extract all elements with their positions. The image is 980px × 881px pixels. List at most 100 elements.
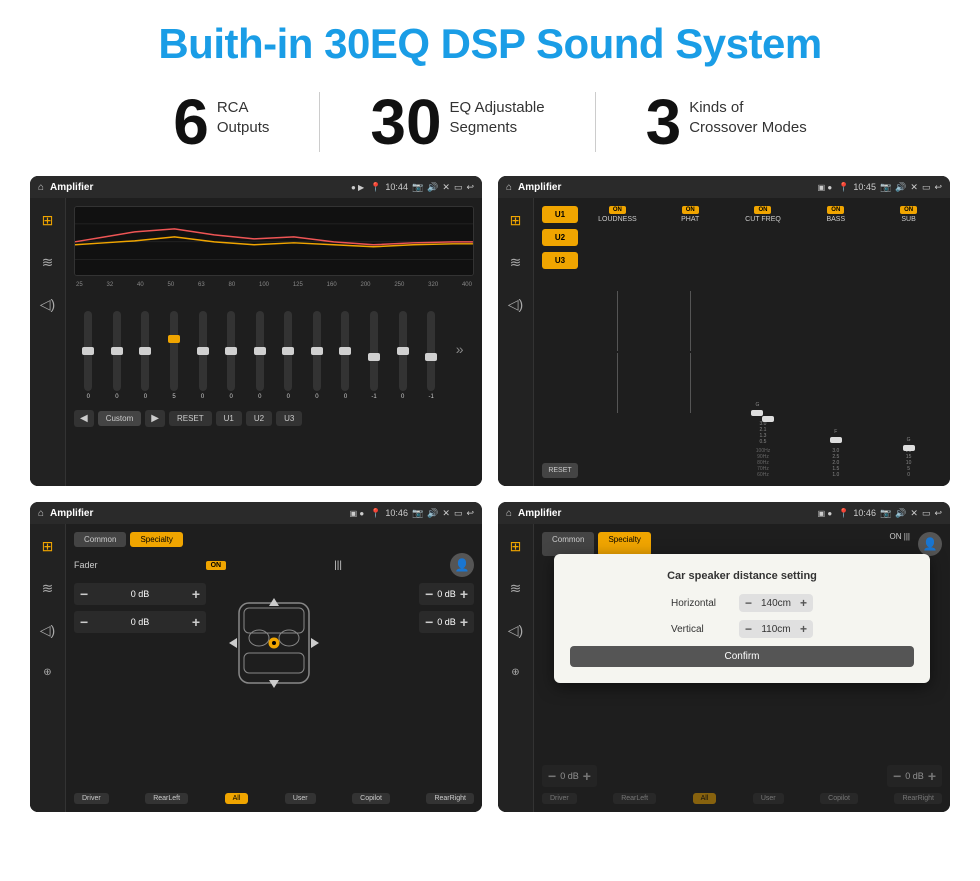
bass-on-badge[interactable]: ON [827,206,844,214]
wave-icon-dist[interactable]: ≋ [504,576,528,600]
home-icon-fader[interactable]: ⌂ [38,508,44,519]
db-plus-fr[interactable]: + [460,586,468,602]
dist-person-icon: 👤 [918,532,942,556]
speaker-icon-amp[interactable]: ◁) [504,292,528,316]
db-minus-rl[interactable]: − [80,614,88,630]
eq-icon-fader[interactable]: ⊞ [36,534,60,558]
rear-right-btn[interactable]: RearRight [426,793,474,804]
camera-icon-dist: 📷 [880,508,891,519]
vertical-plus-btn[interactable]: + [800,622,807,636]
dist-main: Common Specialty ON ||| 👤 Car speaker di… [534,524,950,812]
stat-crossover-label1: Kinds of [689,98,807,118]
db-minus-fr[interactable]: − [425,586,433,602]
sub-on-badge[interactable]: ON [900,206,917,214]
eq-slider-6: 0 [227,311,235,400]
fader-controls-left: − 0 dB + − 0 dB + [74,583,206,787]
amp-u3-btn[interactable]: U3 [542,252,578,269]
dist-driver-btn[interactable]: Driver [542,793,577,804]
rear-left-btn[interactable]: RearLeft [145,793,188,804]
topbar-fader: ⌂ Amplifier ▣ ● 📍 10:46 📷 🔊 ✕ ▭ ↩ [30,502,482,524]
fader-header-row: Fader ON ||| 👤 [74,553,474,577]
confirm-btn[interactable]: Confirm [570,646,914,667]
volume-icon-dist: 🔊 [895,508,906,519]
horizontal-minus-btn[interactable]: − [745,596,752,610]
vertical-minus-btn[interactable]: − [745,622,752,636]
all-btn[interactable]: All [225,793,249,804]
dist-rear-left-btn[interactable]: RearLeft [613,793,656,804]
speaker-icon-fader[interactable]: ◁) [36,618,60,642]
amp-presets: U1 U2 U3 RESET [542,206,578,478]
x-icon: ✕ [442,182,450,193]
eq-slider-4: 5 [170,311,178,400]
db-plus-rr[interactable]: + [460,614,468,630]
wave-icon-fader[interactable]: ≋ [36,576,60,600]
vertical-row: Vertical − 110cm + [570,620,914,638]
dialog-title: Car speaker distance setting [570,570,914,582]
home-icon-dist[interactable]: ⌂ [506,508,512,519]
back-icon-fader[interactable]: ↩ [466,508,474,519]
amp-channel-phat: ON PHAT [657,206,724,478]
db-plus-fl[interactable]: + [192,586,200,602]
loudness-on-badge[interactable]: ON [609,206,626,214]
user-btn[interactable]: User [285,793,316,804]
dist-tab-specialty[interactable]: Specialty [598,532,650,556]
eq-slider-13: -1 [427,311,435,400]
db-plus-rl[interactable]: + [192,614,200,630]
surround-icon-dist[interactable]: ⊕ [504,660,528,684]
cutfreq-on-badge[interactable]: ON [754,206,771,214]
fader-tab-specialty[interactable]: Specialty [130,532,182,547]
amp-u2-btn[interactable]: U2 [542,229,578,246]
fader-on-badge[interactable]: ON [206,561,227,570]
speaker-icon[interactable]: ◁) [36,292,60,316]
eq-freq-labels: 25 32 40 50 63 80 100 125 160 200 250 32… [74,282,474,288]
wave-icon-amp[interactable]: ≋ [504,250,528,274]
eq-icon[interactable]: ⊞ [36,208,60,232]
back-icon-dist[interactable]: ↩ [934,508,942,519]
db-minus-fl[interactable]: − [80,586,88,602]
amp-sidebar: ⊞ ≋ ◁) [498,198,534,486]
fader-tab-common[interactable]: Common [74,532,126,547]
eq-icon-amp[interactable]: ⊞ [504,208,528,232]
surround-icon-fader[interactable]: ⊕ [36,660,60,684]
back-icon[interactable]: ↩ [466,182,474,193]
db-minus-rr[interactable]: − [425,614,433,630]
fader-label: Fader [74,560,98,570]
eq-u3-btn[interactable]: U3 [276,411,302,426]
eq-icon-dist[interactable]: ⊞ [504,534,528,558]
location-icon: 📍 [370,182,381,193]
topbar-amp-icons: 📍 10:45 📷 🔊 ✕ ▭ ↩ [838,182,942,193]
back-icon-amp[interactable]: ↩ [934,182,942,193]
eq-reset-btn[interactable]: RESET [169,411,212,426]
eq-u1-btn[interactable]: U1 [216,411,242,426]
amp-u1-btn[interactable]: U1 [542,206,578,223]
stat-eq: 30 EQ Adjustable Segments [320,90,594,154]
horizontal-plus-btn[interactable]: + [800,596,807,610]
dist-user-btn[interactable]: User [753,793,784,804]
eq-slider-12: 0 [399,311,407,400]
fader-tabs: Common Specialty [74,532,474,547]
phat-on-badge[interactable]: ON [682,206,699,214]
topbar-dist-icons: 📍 10:46 📷 🔊 ✕ ▭ ↩ [838,508,942,519]
driver-btn[interactable]: Driver [74,793,109,804]
dist-copilot-btn[interactable]: Copilot [820,793,858,804]
amp-reset-btn[interactable]: RESET [542,463,578,478]
dist-rear-right-btn[interactable]: RearRight [894,793,942,804]
dist-screen-content: ⊞ ≋ ◁) ⊕ Common Specialty ON ||| 👤 [498,524,950,812]
eq-custom-btn[interactable]: Custom [98,411,142,426]
topbar-dist: ⌂ Amplifier ▣ ● 📍 10:46 📷 🔊 ✕ ▭ ↩ [498,502,950,524]
eq-prev-btn[interactable]: ◀ [74,410,94,427]
eq-u2-btn[interactable]: U2 [246,411,272,426]
home-icon-amp[interactable]: ⌂ [506,182,512,193]
eq-next-btn[interactable]: ▶ [145,410,165,427]
eq-more-icon[interactable]: » [456,341,464,357]
stat-crossover-label2: Crossover Modes [689,118,807,138]
dist-tab-common[interactable]: Common [542,532,594,556]
wave-icon[interactable]: ≋ [36,250,60,274]
speaker-icon-dist[interactable]: ◁) [504,618,528,642]
dist-all-btn[interactable]: All [693,793,717,804]
copilot-btn[interactable]: Copilot [352,793,390,804]
eq-slider-8: 0 [284,311,292,400]
home-icon[interactable]: ⌂ [38,182,44,193]
fader-bottom: Driver RearLeft All User Copilot RearRig… [74,793,474,804]
amp-channels: ON LOUDNESS ON PHAT [584,206,942,478]
